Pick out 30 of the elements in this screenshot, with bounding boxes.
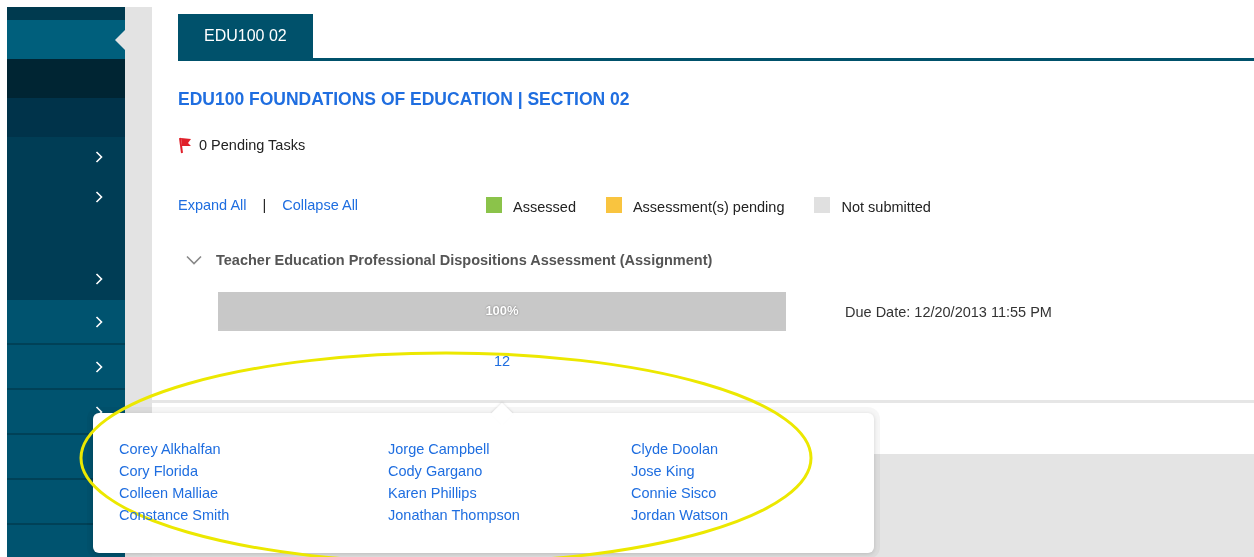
collapse-all-link[interactable]: Collapse All bbox=[282, 197, 359, 213]
student-link[interactable]: Jonathan Thompson bbox=[388, 507, 520, 523]
flag-icon bbox=[178, 136, 193, 154]
legend-label: Assessment(s) pending bbox=[632, 197, 785, 215]
student-link[interactable]: Corey Alkhalfan bbox=[119, 441, 221, 457]
student-link[interactable]: Jordan Watson bbox=[631, 507, 728, 523]
chevron-down-icon[interactable] bbox=[186, 255, 202, 265]
chevron-right-icon bbox=[95, 315, 103, 328]
pending-tasks: 0 Pending Tasks bbox=[199, 137, 306, 153]
chevron-right-icon bbox=[95, 191, 103, 203]
assignment-title: Teacher Education Professional Dispositions Assessment (Assignment) bbox=[216, 252, 713, 268]
due-date: Due Date: 12/20/2013 11:55 PM bbox=[845, 303, 1052, 320]
link-separator: | bbox=[262, 197, 267, 213]
student-count-link[interactable]: 12 bbox=[494, 353, 511, 369]
student-link[interactable]: Connie Sisco bbox=[631, 485, 717, 501]
chevron-right-icon bbox=[95, 360, 103, 373]
student-link[interactable]: Karen Phillips bbox=[388, 485, 477, 501]
chevron-right-icon bbox=[95, 272, 103, 285]
course-title: EDU100 FOUNDATIONS OF EDUCATION | SECTION 02 bbox=[178, 88, 631, 110]
expand-all-link[interactable]: Expand All bbox=[178, 197, 247, 213]
legend-label: Assessed bbox=[513, 197, 576, 215]
course-tab[interactable]: EDU100 02 bbox=[178, 14, 313, 58]
student-link[interactable]: Jorge Campbell bbox=[388, 441, 490, 457]
legend-label: Not submitted bbox=[841, 197, 931, 215]
student-link[interactable]: Colleen Malliae bbox=[119, 485, 219, 501]
student-link[interactable]: Clyde Doolan bbox=[631, 441, 719, 457]
student-link[interactable]: Jose King bbox=[631, 463, 695, 479]
chevron-right-icon bbox=[95, 151, 103, 163]
student-link[interactable]: Cody Gargano bbox=[388, 463, 483, 479]
student-link[interactable]: Cory Florida bbox=[119, 463, 198, 479]
